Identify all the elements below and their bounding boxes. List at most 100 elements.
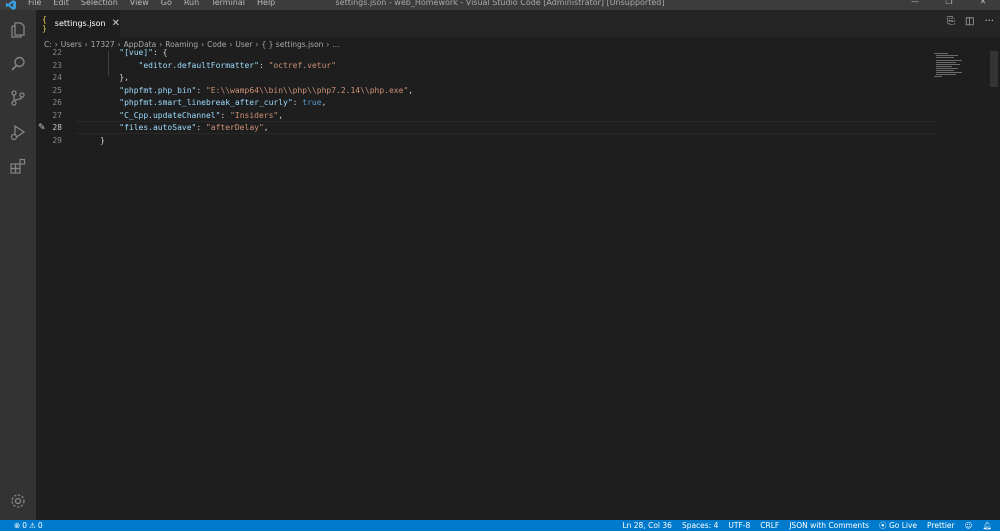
menu-bar: File Edit Selection View Go Run Terminal… — [22, 0, 281, 10]
code-token: , — [278, 110, 284, 120]
code-text: }, — [100, 72, 129, 85]
settings-gear-icon[interactable] — [0, 484, 36, 518]
code-text: "files.autoSave": "afterDelay", — [100, 122, 269, 135]
code-line[interactable]: 29} — [36, 135, 936, 148]
editor-actions: ⎘ ◫ ··· — [947, 16, 994, 27]
window-controls: — ❐ ✕ — [898, 0, 1000, 10]
code-token: : { — [152, 48, 168, 57]
code-token: "octref.vetur" — [268, 60, 337, 70]
minimize-button[interactable]: — — [898, 0, 932, 10]
close-icon[interactable]: ✕ — [112, 18, 120, 29]
code-token: : — [196, 85, 206, 95]
menu-go[interactable]: Go — [155, 0, 178, 8]
code-token: , — [263, 123, 269, 132]
code-line[interactable]: 25 "phpfmt.php_bin": "E:\\wamp64\\bin\\p… — [36, 85, 936, 98]
code-token: }, — [100, 73, 129, 82]
line-number: 27 — [52, 110, 62, 120]
code-token: } — [100, 135, 105, 145]
search-icon[interactable] — [0, 47, 36, 81]
explorer-icon[interactable] — [0, 13, 36, 47]
code-token: "files.autoSave" — [119, 123, 197, 132]
source-control-icon[interactable] — [0, 81, 36, 115]
code-text: "[vue]": { — [100, 47, 167, 60]
more-actions-icon[interactable]: ··· — [984, 16, 994, 27]
scroll-thumb[interactable] — [990, 51, 998, 87]
code-text: "C_Cpp.updateChannel": "Insiders", — [100, 110, 283, 123]
prettier-status[interactable]: Prettier — [927, 521, 955, 530]
activity-bar — [0, 10, 36, 520]
end-of-line[interactable]: CRLF — [760, 521, 779, 530]
line-number: 29 — [52, 135, 62, 145]
line-number: 26 — [52, 98, 62, 107]
code-token: "phpfmt.php_bin" — [119, 85, 197, 95]
tab-settings-json[interactable]: { } settings.json ✕ — [36, 10, 120, 37]
line-number: 24 — [52, 73, 62, 82]
code-text: "editor.defaultFormatter": "octref.vetur… — [100, 60, 337, 73]
language-mode[interactable]: JSON with Comments — [789, 521, 869, 530]
close-button[interactable]: ✕ — [966, 0, 1000, 10]
menu-help[interactable]: Help — [251, 0, 281, 8]
code-line[interactable]: 23 "editor.defaultFormatter": "octref.ve… — [36, 60, 936, 73]
code-token: "C_Cpp.updateChannel" — [119, 110, 221, 120]
code-line[interactable]: 24 }, — [36, 72, 936, 85]
menu-edit[interactable]: Edit — [47, 0, 75, 8]
tab-label: settings.json — [54, 19, 106, 28]
error-icon: ⊗ — [14, 521, 21, 530]
code-token: : — [196, 123, 206, 132]
menu-file[interactable]: File — [22, 0, 47, 8]
code-token: , — [321, 98, 327, 107]
json-file-icon: { } — [42, 14, 47, 33]
minimap[interactable] — [934, 51, 964, 81]
status-bar: ⊗ 0 ⚠ 0 Ln 28, Col 36 Spaces: 4 UTF-8 CR… — [0, 520, 1000, 531]
line-number: 22 — [52, 48, 62, 57]
code-token: : — [258, 60, 269, 70]
problems-indicator[interactable]: ⊗ 0 ⚠ 0 — [0, 521, 45, 530]
title-bar: File Edit Selection View Go Run Terminal… — [0, 0, 1000, 10]
extensions-icon[interactable] — [0, 149, 36, 183]
run-debug-icon[interactable] — [0, 115, 36, 149]
indentation[interactable]: Spaces: 4 — [682, 521, 718, 530]
vertical-scrollbar[interactable] — [986, 51, 1000, 520]
code-line[interactable]: 26 "phpfmt.smart_linebreak_after_curly":… — [36, 97, 936, 110]
code-line[interactable]: 22 "[vue]": { — [36, 47, 936, 60]
line-number: 25 — [52, 85, 62, 95]
code-token: "Insiders" — [230, 110, 279, 120]
code-token: "editor.defaultFormatter" — [138, 60, 259, 70]
code-token: "E:\\wamp64\\bin\\php\\php7.2.14\\php.ex… — [205, 85, 409, 95]
menu-terminal[interactable]: Terminal — [205, 0, 251, 8]
go-live-label: Go Live — [888, 521, 918, 530]
code-text: "phpfmt.php_bin": "E:\\wamp64\\bin\\php\… — [100, 85, 413, 98]
status-bar-right: Ln 28, Col 36 Spaces: 4 UTF-8 CRLF JSON … — [622, 520, 992, 531]
broadcast-icon: ⦿ — [879, 521, 889, 530]
code-token: : — [292, 98, 303, 107]
code-token: "afterDelay" — [205, 123, 264, 132]
warning-icon: ⚠ — [29, 521, 36, 530]
menu-selection[interactable]: Selection — [75, 0, 124, 8]
code-token: "phpfmt.smart_linebreak_after_curly" — [119, 98, 293, 107]
go-live-button[interactable]: ⦿ Go Live — [879, 520, 917, 531]
code-line[interactable]: 28 "files.autoSave": "afterDelay", — [36, 122, 936, 135]
notifications-bell-icon[interactable]: 🔔︎ — [982, 521, 992, 530]
menu-run[interactable]: Run — [178, 0, 205, 8]
code-token: "[vue]" — [119, 48, 153, 57]
code-line[interactable]: 27 "C_Cpp.updateChannel": "Insiders", — [36, 110, 936, 123]
feedback-icon[interactable]: ☺ — [965, 521, 973, 530]
code-text: } — [100, 135, 105, 148]
code-token: true — [302, 98, 322, 107]
code-token: : — [220, 110, 231, 120]
restore-button[interactable]: ❐ — [932, 0, 966, 10]
open-settings-ui-icon[interactable]: ⎘ — [947, 16, 955, 27]
menu-view[interactable]: View — [124, 0, 155, 8]
line-number: 28 — [52, 123, 62, 132]
code-editor[interactable]: ✎ 22 "[vue]": {23 "editor.defaultFormatt… — [36, 48, 1000, 520]
warning-count: 0 — [37, 521, 43, 530]
encoding[interactable]: UTF-8 — [728, 521, 750, 530]
split-editor-icon[interactable]: ◫ — [965, 16, 974, 27]
cursor-position[interactable]: Ln 28, Col 36 — [622, 521, 671, 530]
